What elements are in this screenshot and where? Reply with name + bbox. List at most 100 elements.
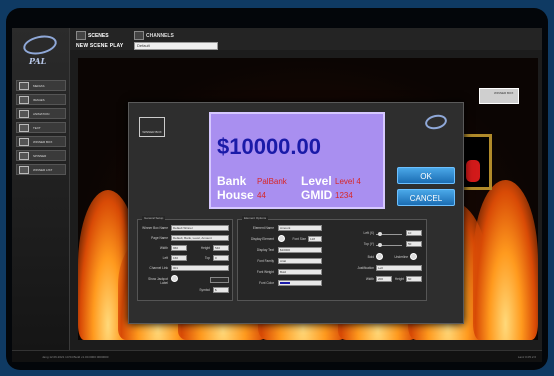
font-family-input[interactable]: Arial: [278, 258, 322, 264]
dialog-logo-icon: [423, 112, 449, 132]
sidebar-item-animation[interactable]: ANIMATION: [16, 108, 66, 119]
width-label: Width: [159, 246, 168, 250]
top-bar: SCENES CHANNELS NEW SCENE PLAY Default: [70, 28, 542, 50]
channel-label: Channel Link: [149, 266, 168, 270]
element-width-input[interactable]: 200: [376, 276, 392, 282]
sidebar-item-label: WINNER LIST: [33, 168, 53, 172]
sidebar-item-spinner[interactable]: SPINNER: [16, 150, 66, 161]
sidebar-item-winner-list[interactable]: WINNER LIST: [16, 164, 66, 175]
winner-list-icon: [19, 166, 29, 174]
width-input[interactable]: 960: [171, 245, 187, 251]
display-element-toggle[interactable]: [278, 235, 285, 242]
show-jackpot-toggle[interactable]: [171, 275, 178, 282]
font-family-label: Font Family: [257, 259, 274, 263]
tab-scenes[interactable]: SCENES: [76, 31, 109, 41]
sidebar-item-label: ANIMATION: [33, 112, 50, 116]
font-color-picker[interactable]: [278, 280, 322, 286]
left-x-input[interactable]: 10: [406, 230, 422, 236]
font-weight-input[interactable]: Bold: [278, 269, 322, 275]
sidebar-item-label: MEDIAS: [33, 84, 45, 88]
top-label: Top: [204, 256, 210, 260]
top-y-label: Top (Y): [363, 242, 374, 246]
left-input[interactable]: 160: [171, 255, 187, 261]
image-icon: [19, 96, 29, 104]
preview-gmid-value: 1234: [335, 191, 353, 200]
element-name-label: Element Name: [252, 226, 274, 230]
underline-toggle[interactable]: [410, 253, 417, 260]
font-color-swatch: [280, 282, 290, 284]
element-height-input[interactable]: 60: [406, 276, 422, 282]
tab-channels[interactable]: CHANNELS: [134, 31, 174, 41]
justification-select[interactable]: Left: [376, 265, 422, 271]
animation-icon: [19, 110, 29, 118]
preview-house-value: 44: [257, 191, 266, 200]
font-size-label: Font Size: [292, 237, 306, 241]
font-weight-label: Font Weight: [256, 270, 274, 274]
play-select[interactable]: Default: [134, 42, 218, 50]
sidebar-item-label: WINNER BOX: [33, 140, 53, 144]
bold-label: Bold: [367, 255, 374, 259]
preview-bank-label: Bank: [217, 174, 247, 188]
winner-preview: $10000.00 Bank PalBank Level Level 4 Hou…: [209, 112, 385, 209]
symbol-swatch: [210, 277, 229, 283]
font-size-input[interactable]: 128: [308, 236, 322, 242]
page-name-input[interactable]: Default, Bank, Level, Amount: [171, 235, 229, 241]
panel-title: General Setup: [142, 216, 166, 220]
channels-icon: [134, 31, 144, 40]
sidebar-item-label: TEXT: [33, 126, 41, 130]
sidebar: PAL MEDIAS IMAGES ANIMATION TEXT WINNER BOX S…: [12, 28, 70, 350]
new-scene-button[interactable]: NEW SCENE: [76, 43, 108, 49]
scene-red-element[interactable]: [466, 160, 480, 182]
sidebar-item-images[interactable]: IMAGES: [16, 94, 66, 105]
top-y-input[interactable]: 50: [406, 241, 422, 247]
cancel-button[interactable]: CANCEL: [397, 189, 455, 206]
display-element-label: Display Element: [250, 237, 274, 241]
app-logo: PAL: [15, 32, 67, 68]
preview-house-label: House: [217, 188, 254, 202]
play-label: PLAY: [109, 43, 124, 49]
sidebar-item-label: SPINNER: [33, 154, 47, 158]
preview-level-value: Level 4: [335, 177, 361, 186]
display-text-label: Display Text: [256, 248, 274, 252]
top-input[interactable]: 0: [213, 255, 229, 261]
app-window: PAL MEDIAS IMAGES ANIMATION TEXT WINNER BOX S…: [12, 28, 542, 362]
channel-input[interactable]: 001: [171, 265, 229, 271]
device-frame: PAL MEDIAS IMAGES ANIMATION TEXT WINNER BOX S…: [6, 8, 548, 370]
tab-label: SCENES: [88, 33, 109, 39]
media-icon: [19, 82, 29, 90]
display-text-input[interactable]: $10000: [278, 247, 322, 253]
left-x-slider[interactable]: [376, 232, 402, 236]
bold-toggle[interactable]: [376, 253, 383, 260]
ok-button[interactable]: OK: [397, 167, 455, 184]
sidebar-item-text[interactable]: TEXT: [16, 122, 66, 133]
panel-title: Element Options: [242, 216, 269, 220]
sidebar-item-label: IMAGES: [33, 98, 45, 102]
preview-bank-value: PalBank: [257, 177, 287, 186]
scene-thumbnail[interactable]: WINNER BOX: [479, 88, 519, 104]
spinner-icon: [19, 152, 29, 160]
scenes-icon: [76, 31, 86, 40]
left-label: Left: [162, 256, 168, 260]
scene-toolbar: NEW SCENE PLAY: [76, 43, 123, 49]
left-x-knob[interactable]: [378, 232, 382, 236]
element-height-label: Height: [394, 277, 404, 281]
symbol-input[interactable]: $: [213, 287, 229, 293]
winner-box-name-input[interactable]: Default Winner: [171, 225, 229, 231]
preview-level-label: Level: [301, 174, 332, 188]
winner-box-dialog: WINNER BOX $10000.00 Bank PalBank Level …: [128, 102, 464, 324]
general-setup-panel: General Setup Winner Box Name Default Wi…: [137, 216, 233, 301]
symbol-label: Symbol: [199, 288, 210, 292]
winner-box-icon: [19, 138, 29, 146]
element-name-input[interactable]: Amount: [278, 225, 322, 231]
preview-amount: $10000.00: [217, 134, 321, 159]
winner-box-icon: WINNER BOX: [139, 117, 165, 137]
height-input[interactable]: 540: [213, 245, 229, 251]
tab-label: CHANNELS: [146, 33, 174, 39]
top-y-slider[interactable]: [376, 243, 402, 247]
font-color-label: Font Color: [259, 281, 274, 285]
sidebar-item-medias[interactable]: MEDIAS: [16, 80, 66, 91]
show-jackpot-label: Show Jackpot Label: [148, 277, 168, 285]
top-y-knob[interactable]: [378, 243, 382, 247]
status-right: Lanz 0.05.2.6: [517, 355, 536, 359]
sidebar-item-winner-box[interactable]: WINNER BOX: [16, 136, 66, 147]
